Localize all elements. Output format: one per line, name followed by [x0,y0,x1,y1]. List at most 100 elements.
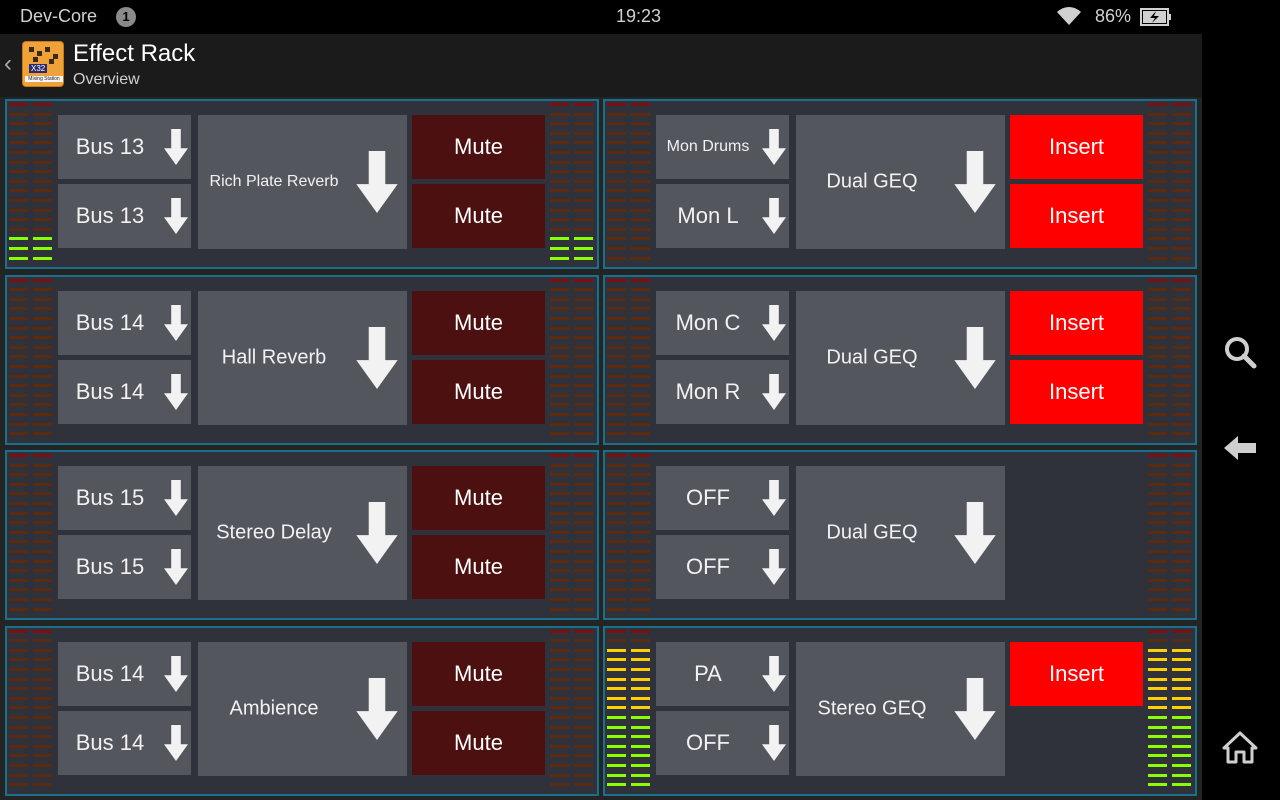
back-icon[interactable] [1222,432,1258,469]
arrow-down-icon [954,677,996,746]
source-select-1-label: Mon C [675,309,741,335]
effect-select[interactable]: Ambience [198,641,407,776]
effect-select[interactable]: Dual GEQ [796,466,1005,600]
mute-button-2[interactable]: Mute [412,184,545,248]
effect-select[interactable]: Stereo Delay [198,466,407,600]
source-select-1-label: Bus 14 [75,660,145,686]
effect-select[interactable]: Hall Reverb [198,290,407,425]
meter-segment [607,763,626,767]
meter-segment [550,103,569,106]
meter-segment [1148,307,1167,311]
effect-slot: OFF OFF Dual GEQ [603,450,1197,620]
meter-segment [9,540,28,544]
meter-segment [33,422,52,426]
arrow-down-icon [762,373,786,416]
meter-segment [631,569,650,573]
source-select-1[interactable]: PA [656,641,789,706]
source-select-1[interactable]: Bus 14 [58,290,191,355]
meter-segment [550,578,569,582]
meter-segment [9,648,28,652]
source-select-1[interactable]: Mon C [656,290,789,355]
app-logo[interactable]: X32 Mixing Station [22,41,64,87]
mute-button-1[interactable]: Mute [412,290,545,355]
meter-segment [607,412,626,416]
meter-segment [33,648,52,652]
effect-select[interactable]: Dual GEQ [796,115,1005,249]
meter-segment [574,502,593,505]
source-select-1[interactable]: Mon Drums [656,115,789,179]
source-select-2[interactable]: OFF [656,710,789,775]
meter-segment [33,122,52,126]
source-select-2[interactable]: Mon L [656,184,789,248]
meter-segment [574,336,593,340]
insert-button-2[interactable]: Insert [1010,184,1143,248]
input-meter-right [33,454,52,616]
source-select-2[interactable]: Bus 14 [58,710,191,775]
source-select-2[interactable]: Bus 14 [58,359,191,424]
source-select-2[interactable]: Bus 13 [58,184,191,248]
output-meter-left [550,629,569,792]
meter-segment [1172,237,1191,241]
meter-segment [33,189,52,193]
meter-segment [574,393,593,397]
meter-segment [631,667,650,671]
arrow-down-icon [164,304,188,347]
meter-segment [9,122,28,126]
source-select-1[interactable]: Bus 13 [58,115,191,179]
meter-segment [9,744,28,748]
meter-segment [607,326,626,330]
meter-segment [33,112,52,116]
meter-segment [1172,658,1191,662]
meter-segment [1148,598,1167,601]
mute-button-1[interactable]: Mute [412,641,545,706]
meter-segment [631,160,650,164]
meter-segment [33,278,52,282]
meter-segment [1172,112,1191,116]
meter-segment [1172,432,1191,436]
meter-segment [574,422,593,426]
search-icon[interactable] [1222,334,1258,375]
arrow-down-icon [762,549,786,591]
meter-segment [574,403,593,407]
meter-segment [550,687,569,691]
mute-button-2[interactable]: Mute [412,535,545,599]
meter-segment [631,355,650,359]
meter-segment [631,403,650,407]
source-select-1[interactable]: Bus 15 [58,466,191,530]
source-select-2[interactable]: Bus 15 [58,535,191,599]
mute-button-2[interactable]: Mute [412,710,545,775]
mute-button-1[interactable]: Mute [412,115,545,179]
meter-segment [550,598,569,601]
insert-button-1[interactable]: Insert [1010,290,1143,355]
meter-segment [550,422,569,426]
meter-segment [574,482,593,486]
source-select-1[interactable]: OFF [656,466,789,530]
mute-button-2[interactable]: Mute [412,359,545,424]
meter-segment [607,256,626,260]
meter-segment [1172,316,1191,320]
source-select-2[interactable]: OFF [656,535,789,599]
meter-segment [1172,384,1191,388]
meter-segment [631,783,650,787]
output-meter-right [1172,629,1191,792]
up-navigation-icon[interactable]: ‹ [4,50,12,78]
insert-button-1[interactable]: Insert [1010,115,1143,179]
meter-segment [1172,247,1191,250]
mute-button-1[interactable]: Mute [412,466,545,530]
effect-select[interactable]: Stereo GEQ [796,641,1005,776]
home-icon[interactable] [1222,730,1258,769]
meter-segment [9,763,28,767]
source-select-1[interactable]: Bus 14 [58,641,191,706]
source-select-2-label: Mon L [677,203,739,228]
input-meter-right [631,629,650,792]
effect-select[interactable]: Dual GEQ [796,290,1005,425]
insert-button-1[interactable]: Insert [1010,641,1143,706]
meter-segment [631,744,650,748]
meter-segment [631,463,650,467]
source-select-2[interactable]: Mon R [656,359,789,424]
effect-select[interactable]: Rich Plate Reverb [198,115,407,249]
meter-segment [631,422,650,426]
insert-button-2[interactable]: Insert [1010,359,1143,424]
action-bar: ‹ X32 Mixing Station Effect Rack Overvie… [0,34,1202,97]
meter-segment [9,355,28,359]
